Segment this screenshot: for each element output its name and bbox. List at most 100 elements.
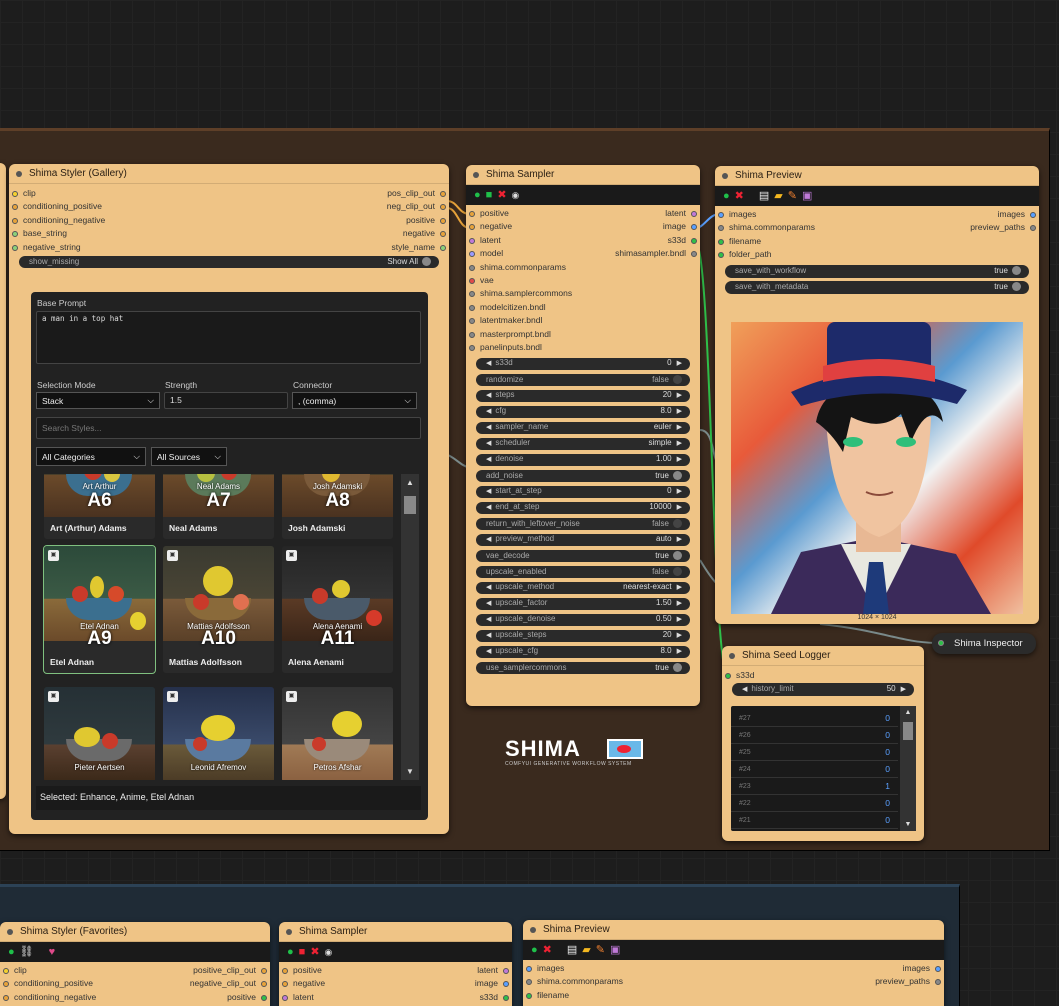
pencil-icon[interactable]: ✎ (596, 944, 605, 956)
seed-history-row[interactable]: #21 0 (731, 812, 898, 829)
sampler-widget[interactable]: vae_decode true (476, 549, 690, 563)
sampler-widget[interactable]: upscale_enabled false (476, 565, 690, 579)
bottom-preview-node[interactable]: Shima Preview ● ✖ ▤ ▰ ✎ ▣ images images s… (523, 920, 944, 1006)
pencil-icon[interactable]: ✎ (788, 190, 797, 202)
input-commonparams[interactable]: shima.commonparams (523, 975, 623, 988)
sampler-output[interactable]: s33d (668, 234, 700, 247)
category-select[interactable]: All Categories ⌵ (36, 447, 146, 466)
input-positive[interactable]: positive (279, 964, 322, 977)
bottom-sampler-title[interactable]: Shima Sampler (279, 922, 512, 942)
preview-image[interactable] (731, 322, 1023, 614)
output-positive[interactable]: positive (227, 991, 270, 1004)
sampler-widget[interactable]: ◀ upscale_denoise 0.50 ▶ (476, 613, 690, 627)
styler-favorites-title[interactable]: Shima Styler (Favorites) (0, 922, 270, 942)
styler-favorites-node[interactable]: Shima Styler (Favorites) ● ⛓ ♥ clip posit… (0, 922, 270, 1006)
preview-node[interactable]: Shima Preview ● ✖ ▤ ▰ ✎ ▣ images images sh… (715, 166, 1039, 624)
sampler-widget[interactable]: ◀ upscale_steps 20 ▶ (476, 629, 690, 643)
sampler-input[interactable]: model (466, 247, 503, 260)
output-pos-clip-out[interactable]: pos_clip_out (387, 187, 449, 200)
input-clip[interactable]: clip (9, 187, 36, 200)
bottom-preview-title[interactable]: Shima Preview (523, 920, 944, 940)
heart-icon[interactable]: ♥ (49, 946, 56, 958)
output-image[interactable]: image (475, 977, 512, 990)
scroll-down-icon[interactable]: ▼ (401, 767, 419, 776)
sampler-output[interactable]: shimasampler.bndl (615, 247, 700, 260)
sampler-input[interactable]: latentmaker.bndl (466, 314, 542, 327)
history-limit-widget[interactable]: ◀ history_limit 50 ▶ (732, 683, 914, 696)
sampler-widget[interactable]: ◀ scheduler simple ▶ (476, 437, 690, 451)
bottom-sampler-node[interactable]: Shima Sampler ● ■ ✖ ◉ positive latent neg… (279, 922, 512, 1006)
preview-title[interactable]: Shima Preview (715, 166, 1039, 186)
save-icon[interactable]: ▣ (610, 944, 620, 956)
stop-icon[interactable]: ■ (299, 946, 306, 958)
base-prompt-textarea[interactable]: a man in a top hat (36, 311, 421, 364)
logger-title[interactable]: Shima Seed Logger (722, 646, 924, 666)
preview-widget[interactable]: save_with_workflow true (725, 265, 1029, 278)
output-style-name[interactable]: style_name (392, 241, 449, 254)
seed-history-row[interactable]: #24 0 (731, 761, 898, 778)
source-select[interactable]: All Sources ⌵ (151, 447, 227, 466)
sampler-widget[interactable]: ◀ upscale_factor 1.50 ▶ (476, 597, 690, 611)
play-icon[interactable]: ● (287, 946, 294, 958)
style-tile[interactable]: ▣ Petros Afshar (282, 687, 393, 780)
sampler-widget[interactable]: return_with_leftover_noise false (476, 517, 690, 531)
input-negative[interactable]: negative (279, 977, 325, 990)
input-dot[interactable] (938, 640, 944, 646)
sampler-input[interactable]: negative (466, 220, 512, 233)
preview-input[interactable]: images (715, 208, 756, 221)
document-icon[interactable]: ▤ (567, 944, 577, 956)
sampler-input[interactable]: masterprompt.bndl (466, 328, 551, 341)
sampler-widget[interactable]: ◀ preview_method auto ▶ (476, 533, 690, 547)
link-icon[interactable]: ⛓ (20, 946, 34, 958)
sampler-input[interactable]: shima.samplercommons (466, 287, 572, 300)
preview-output[interactable]: preview_paths (970, 221, 1039, 234)
play-icon[interactable]: ● (474, 189, 481, 201)
input-conditioning-positive[interactable]: conditioning_positive (9, 200, 102, 213)
input-clip[interactable]: clip (0, 964, 27, 977)
close-icon[interactable]: ✖ (497, 189, 506, 201)
output-images[interactable]: images (903, 962, 944, 975)
style-tile[interactable]: ▣ Mattias Adolfsson A10 Mattias Adolfsson (163, 546, 274, 673)
input-base-string[interactable]: base_string (9, 227, 67, 240)
close-icon[interactable]: ✖ (543, 944, 552, 956)
style-tile[interactable]: Josh Adamski A8 Josh Adamski (282, 474, 393, 539)
input-images[interactable]: images (523, 962, 564, 975)
seed-history-row[interactable]: #27 0 (731, 710, 898, 727)
output-positive-clip-out[interactable]: positive_clip_out (193, 964, 270, 977)
styler-gallery-node[interactable]: Shima Styler (Gallery) clip pos_clip_out … (9, 164, 449, 834)
preview-widget[interactable]: save_with_metadata true (725, 281, 1029, 294)
sampler-input[interactable]: latent (466, 234, 501, 247)
folder-icon[interactable]: ▰ (582, 944, 590, 956)
input-filename[interactable]: filename (523, 989, 569, 1002)
style-tile[interactable]: Neal Adams A7 Neal Adams (163, 474, 274, 539)
output-s33d[interactable]: s33d (480, 991, 512, 1004)
sampler-widget[interactable]: ◀ steps 20 ▶ (476, 389, 690, 403)
close-icon[interactable]: ✖ (735, 190, 744, 202)
styler-title[interactable]: Shima Styler (Gallery) (9, 164, 449, 184)
input-latent[interactable]: latent (279, 991, 314, 1004)
sampler-widget[interactable]: ◀ upscale_method nearest-exact ▶ (476, 581, 690, 595)
sampler-output[interactable]: latent (665, 207, 700, 220)
scroll-down-icon[interactable]: ▼ (900, 821, 916, 828)
sampler-input[interactable]: positive (466, 207, 509, 220)
sampler-widget[interactable]: ◀ denoise 1.00 ▶ (476, 453, 690, 467)
preview-output[interactable]: images (998, 208, 1039, 221)
sampler-title[interactable]: Shima Sampler (466, 165, 700, 185)
style-tile[interactable]: Art Arthur A6 Art (Arthur) Adams (44, 474, 155, 539)
preview-input[interactable]: shima.commonparams (715, 221, 815, 234)
seed-history-row[interactable]: #23 1 (731, 778, 898, 795)
output-latent[interactable]: latent (477, 964, 512, 977)
output-positive[interactable]: positive (406, 214, 449, 227)
input-negative-string[interactable]: negative_string (9, 241, 81, 254)
sampler-input[interactable]: panelinputs.bndl (466, 341, 542, 354)
seed-history-row[interactable]: #25 0 (731, 744, 898, 761)
folder-icon[interactable]: ▰ (774, 190, 782, 202)
sampler-input[interactable]: modelcitizen.bndl (466, 301, 546, 314)
play-icon[interactable]: ● (8, 946, 15, 958)
sampler-widget[interactable]: ◀ cfg 8.0 ▶ (476, 405, 690, 419)
output-preview-paths[interactable]: preview_paths (875, 975, 944, 988)
play-icon[interactable]: ● (531, 944, 538, 956)
sampler-input[interactable]: shima.commonparams (466, 261, 566, 274)
input-conditioning-positive[interactable]: conditioning_positive (0, 977, 93, 990)
logger-scrollbar[interactable]: ▲ ▼ (900, 706, 916, 831)
